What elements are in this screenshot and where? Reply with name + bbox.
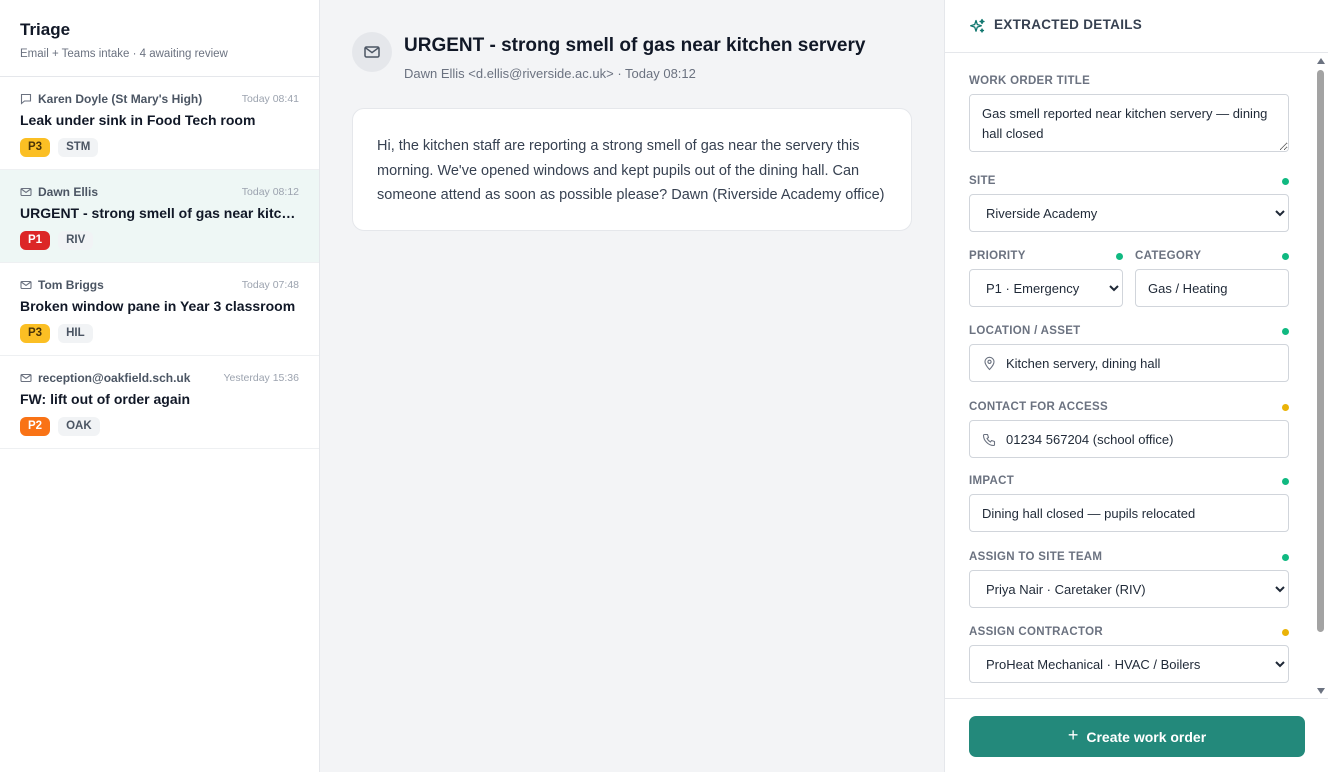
extracted-details-panel: EXTRACTED DETAILS WORK ORDER TITLE Gas s… <box>944 0 1328 772</box>
location-field: LOCATION / ASSET Kitchen servery, dining… <box>969 324 1289 382</box>
list-item-sender: Tom Briggs <box>38 278 104 292</box>
mail-icon <box>20 186 32 198</box>
list-item-time: Today 08:12 <box>241 186 299 198</box>
email-view: URGENT - strong smell of gas near kitche… <box>320 0 944 772</box>
location-value: Kitchen servery, dining hall <box>1006 355 1161 371</box>
list-item-sender: reception@oakfield.sch.uk <box>38 371 191 385</box>
field-label: CATEGORY <box>1135 250 1202 262</box>
field-label: WORK ORDER TITLE <box>969 75 1091 87</box>
work-order-title-input[interactable]: Gas smell reported near kitchen servery … <box>969 94 1289 152</box>
triage-subtitle: Email + Teams intake · 4 awaiting review <box>20 48 228 60</box>
site-field: SITE Riverside Academy <box>969 174 1289 232</box>
scroll-thumb[interactable] <box>1317 70 1324 632</box>
confidence-dot <box>1116 252 1123 260</box>
mail-icon <box>352 32 392 72</box>
priority-badge: P3 <box>20 324 51 343</box>
list-item-time: Today 08:41 <box>241 93 299 105</box>
mail-icon <box>20 279 32 291</box>
details-scrollbar[interactable] <box>1314 54 1328 698</box>
email-body: Hi, the kitchen staff are reporting a st… <box>352 108 912 231</box>
contractor-field: ASSIGN CONTRACTOR ProHeat Mechanical · H… <box>969 625 1289 683</box>
list-item-time: Today 07:48 <box>241 279 299 291</box>
email-subject: URGENT - strong smell of gas near kitche… <box>404 35 866 56</box>
impact-field: IMPACT Dining hall closed — pupils reloc… <box>969 474 1289 532</box>
create-work-order-button[interactable]: + Create work order <box>969 716 1305 757</box>
site-badge: OAK <box>58 417 100 436</box>
site-select[interactable]: Riverside Academy <box>969 194 1289 232</box>
details-form: WORK ORDER TITLE Gas smell reported near… <box>945 54 1315 698</box>
list-item-subject: FW: lift out of order again <box>20 391 191 407</box>
contact-value: 01234 567204 (school office) <box>1006 431 1174 447</box>
field-label: IMPACT <box>969 475 1015 487</box>
priority-select[interactable]: P1 · Emergency <box>969 269 1123 307</box>
details-footer: + Create work order <box>945 698 1328 772</box>
scroll-up-icon[interactable] <box>1317 58 1325 64</box>
list-item[interactable]: Karen Doyle (St Mary's High) Today 08:41… <box>0 77 319 170</box>
email-from: Dawn Ellis <d.ellis@riverside.ac.uk> · T… <box>404 66 696 81</box>
confidence-dot <box>1282 252 1289 260</box>
priority-badge: P1 <box>20 231 51 250</box>
field-label: ASSIGN CONTRACTOR <box>969 626 1103 638</box>
plus-icon: + <box>1067 725 1079 745</box>
site-team-select[interactable]: Priya Nair · Caretaker (RIV) <box>969 570 1289 608</box>
site-badge: HIL <box>58 324 93 343</box>
triage-title: Triage <box>20 20 71 39</box>
mail-icon <box>20 372 32 384</box>
confidence-dot <box>1282 403 1289 411</box>
list-item-subject: Leak under sink in Food Tech room <box>20 112 256 128</box>
list-item[interactable]: reception@oakfield.sch.uk Yesterday 15:3… <box>0 356 319 449</box>
category-field: CATEGORY Gas / Heating <box>1135 249 1289 307</box>
details-title: EXTRACTED DETAILS <box>994 17 1143 32</box>
field-label: LOCATION / ASSET <box>969 325 1081 337</box>
priority-badge: P3 <box>20 138 51 157</box>
sparkle-icon <box>969 18 986 35</box>
priority-badge: P2 <box>20 417 51 436</box>
list-item-time: Yesterday 15:36 <box>223 372 299 384</box>
list-item-sender: Dawn Ellis <box>38 185 99 199</box>
map-pin-icon <box>982 356 997 371</box>
confidence-dot <box>1282 477 1289 485</box>
list-item-sender: Karen Doyle (St Mary's High) <box>38 92 203 106</box>
triage-header: Triage Email + Teams intake · 4 awaiting… <box>0 0 319 77</box>
confidence-dot <box>1282 177 1289 185</box>
triage-sidebar: Triage Email + Teams intake · 4 awaiting… <box>0 0 320 772</box>
confidence-dot <box>1282 628 1289 636</box>
contact-field: CONTACT FOR ACCESS 01234 567204 (school … <box>969 400 1289 458</box>
list-item[interactable]: Dawn Ellis Today 08:12 URGENT - strong s… <box>0 170 319 263</box>
site-badge: STM <box>58 138 99 157</box>
list-item-subject: URGENT - strong smell of gas near kitche… <box>20 205 299 221</box>
list-item[interactable]: Tom Briggs Today 07:48 Broken window pan… <box>0 263 319 356</box>
phone-icon <box>982 432 997 447</box>
email-header: URGENT - strong smell of gas near kitche… <box>352 32 865 81</box>
chat-icon <box>20 93 32 105</box>
field-label: PRIORITY <box>969 250 1026 262</box>
contractor-select[interactable]: ProHeat Mechanical · HVAC / Boilers <box>969 645 1289 683</box>
location-input[interactable]: Kitchen servery, dining hall <box>969 344 1289 382</box>
details-header: EXTRACTED DETAILS <box>945 0 1328 53</box>
contact-input[interactable]: 01234 567204 (school office) <box>969 420 1289 458</box>
site-badge: RIV <box>58 231 94 250</box>
priority-field: PRIORITY P1 · Emergency <box>969 249 1123 307</box>
confidence-dot <box>1282 553 1289 561</box>
field-label: ASSIGN TO SITE TEAM <box>969 551 1103 563</box>
impact-input[interactable]: Dining hall closed — pupils relocated <box>969 494 1289 532</box>
confidence-dot <box>1282 327 1289 335</box>
work-order-title-field: WORK ORDER TITLE Gas smell reported near… <box>969 74 1289 152</box>
scroll-down-icon[interactable] <box>1317 688 1325 694</box>
field-label: CONTACT FOR ACCESS <box>969 401 1108 413</box>
list-item-subject: Broken window pane in Year 3 classroom <box>20 298 296 314</box>
field-label: SITE <box>969 175 996 187</box>
site-team-field: ASSIGN TO SITE TEAM Priya Nair · Caretak… <box>969 550 1289 608</box>
category-input[interactable]: Gas / Heating <box>1135 269 1289 307</box>
create-work-order-label: Create work order <box>1086 728 1207 745</box>
